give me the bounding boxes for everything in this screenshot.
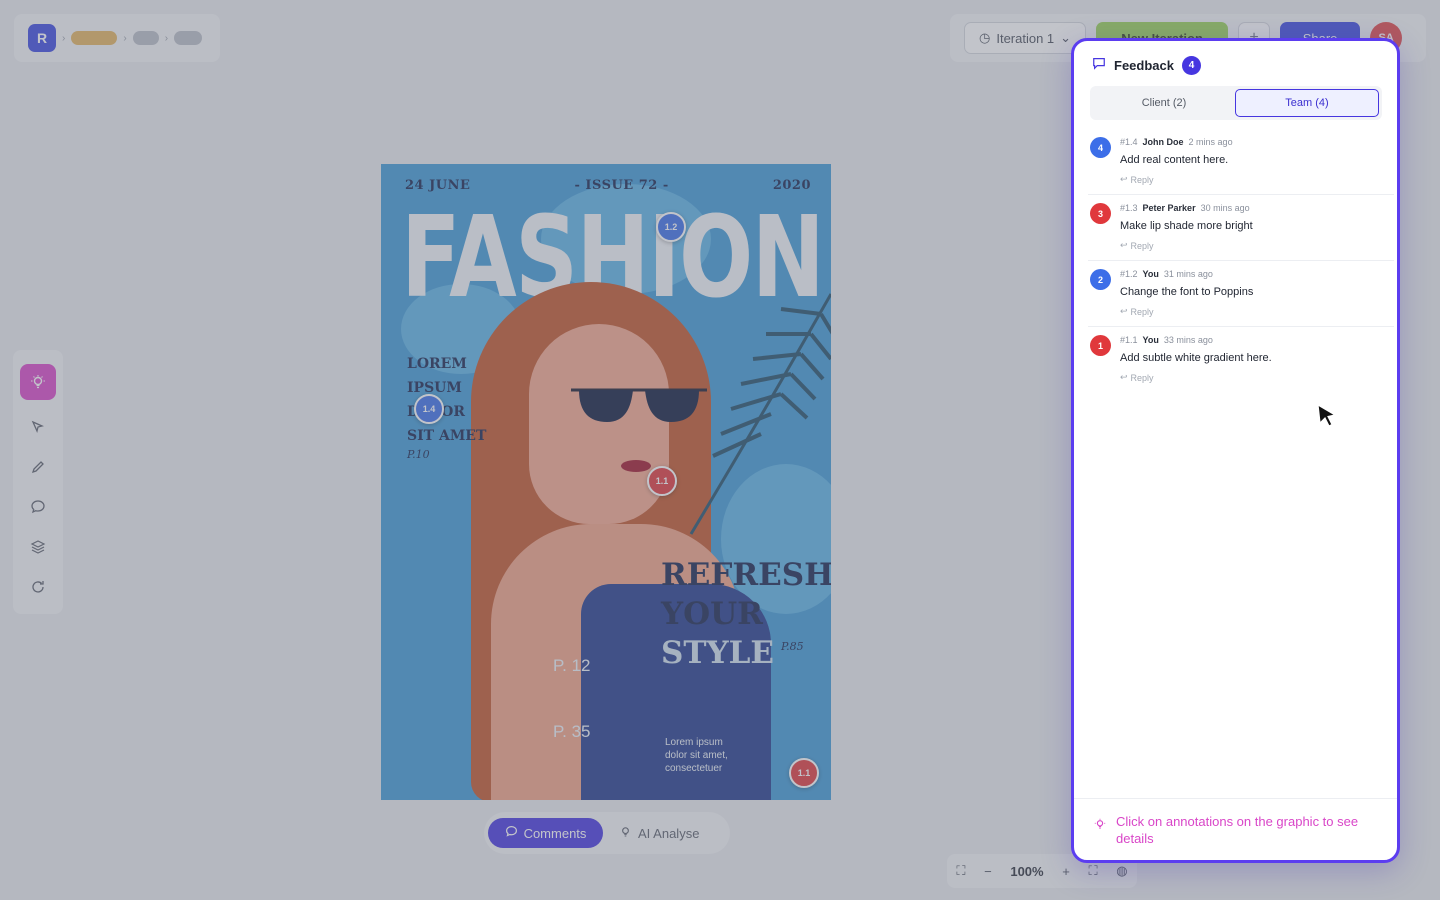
comment-icon bbox=[1092, 56, 1106, 75]
reply-label: Reply bbox=[1130, 240, 1154, 251]
feedback-panel: Feedback 4 Client (2) Team (4) 4 #1.4 Jo… bbox=[1071, 38, 1400, 863]
comment-id: #1.4 bbox=[1120, 137, 1138, 147]
reply-icon: ↩ bbox=[1120, 240, 1128, 250]
comment-text: Make lip shade more bright bbox=[1120, 220, 1253, 232]
comment-text: Add real content here. bbox=[1120, 154, 1229, 166]
comment-number-badge: 1 bbox=[1090, 335, 1111, 356]
comment-author: Peter Parker bbox=[1142, 203, 1196, 213]
comment-number-badge: 4 bbox=[1090, 137, 1111, 158]
reply-icon: ↩ bbox=[1120, 306, 1128, 316]
comment-id: #1.2 bbox=[1120, 269, 1138, 279]
feedback-count-badge: 4 bbox=[1181, 56, 1201, 75]
mouse-cursor-icon bbox=[1317, 403, 1337, 427]
comment-item[interactable]: 1 #1.1 You 33 mins ago Add subtle white … bbox=[1088, 327, 1394, 393]
comment-time: 2 mins ago bbox=[1188, 137, 1233, 147]
feedback-title: Feedback bbox=[1114, 58, 1174, 73]
reply-label: Reply bbox=[1130, 174, 1154, 185]
comment-time: 31 mins ago bbox=[1163, 269, 1213, 279]
comment-time: 30 mins ago bbox=[1200, 203, 1250, 213]
reply-label: Reply bbox=[1130, 372, 1154, 383]
comment-list: 4 #1.4 John Doe 2 mins ago Add real cont… bbox=[1088, 129, 1394, 393]
tab-client[interactable]: Client (2) bbox=[1093, 89, 1235, 117]
comment-item[interactable]: 3 #1.3 Peter Parker 30 mins ago Make lip… bbox=[1088, 195, 1394, 261]
comment-author: You bbox=[1142, 335, 1159, 345]
comment-item[interactable]: 4 #1.4 John Doe 2 mins ago Add real cont… bbox=[1088, 129, 1394, 195]
comment-item[interactable]: 2 #1.2 You 31 mins ago Change the font t… bbox=[1088, 261, 1394, 327]
reply-icon: ↩ bbox=[1120, 372, 1128, 382]
reply-button[interactable]: ↩ Reply bbox=[1120, 174, 1233, 185]
comment-id: #1.1 bbox=[1120, 335, 1138, 345]
hint-text: Click on annotations on the graphic to s… bbox=[1116, 814, 1359, 846]
bulb-icon bbox=[1094, 817, 1106, 835]
comment-text: Add subtle white gradient here. bbox=[1120, 352, 1272, 364]
feedback-hint: Click on annotations on the graphic to s… bbox=[1074, 798, 1397, 860]
comment-author: John Doe bbox=[1142, 137, 1184, 147]
reply-button[interactable]: ↩ Reply bbox=[1120, 372, 1272, 383]
comment-id: #1.3 bbox=[1120, 203, 1138, 213]
reply-button[interactable]: ↩ Reply bbox=[1120, 306, 1253, 317]
comment-number-badge: 2 bbox=[1090, 269, 1111, 290]
feedback-header: Feedback 4 bbox=[1092, 56, 1201, 75]
feedback-tabs: Client (2) Team (4) bbox=[1090, 86, 1382, 120]
comment-author: You bbox=[1142, 269, 1159, 279]
comment-number-badge: 3 bbox=[1090, 203, 1111, 224]
comment-time: 33 mins ago bbox=[1163, 335, 1213, 345]
tab-team[interactable]: Team (4) bbox=[1235, 89, 1379, 117]
reply-button[interactable]: ↩ Reply bbox=[1120, 240, 1253, 251]
reply-label: Reply bbox=[1130, 306, 1154, 317]
reply-icon: ↩ bbox=[1120, 174, 1128, 184]
comment-text: Change the font to Poppins bbox=[1120, 286, 1254, 298]
